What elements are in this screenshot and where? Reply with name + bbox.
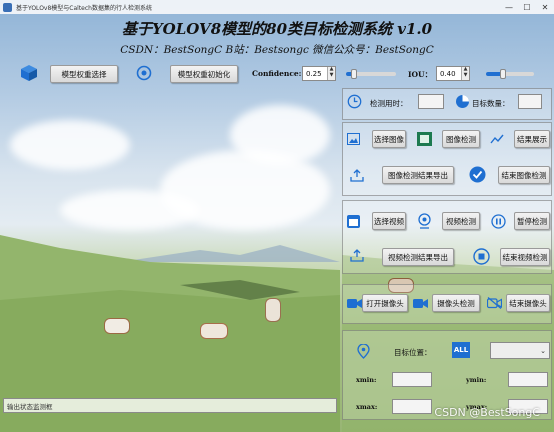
slider-handle[interactable] [500,69,506,79]
iou-value: 0.40 [440,69,456,78]
pause-detect-button[interactable]: 暂停检测 [514,212,550,230]
line-chart-icon [490,132,504,146]
close-button[interactable]: ✕ [536,0,554,14]
watermark: CSDN @BestSongC [434,406,540,419]
cube-icon [18,63,40,83]
chevron-down-icon: ⌄ [540,347,546,355]
video-camera-icon [346,296,362,310]
ymin-field [508,372,548,387]
image-detect-icon [416,131,432,147]
export-image-result-button[interactable]: 图像检测结果导出 [382,166,454,184]
camera-detect-button[interactable]: 摄像头检测 [432,294,480,312]
check-circle-icon [468,165,486,183]
confidence-label: Confidence: [252,69,302,78]
window-title: 基于YOLOv8模型与Caltech数据集的行人检测系统 [16,4,152,12]
cow-image [265,298,281,322]
upload-icon [350,248,364,262]
select-video-button[interactable]: 选择视频 [372,212,406,230]
detect-video-button[interactable]: 视频检测 [442,212,480,230]
app-title: 基于YOLOV8模型的80类目标检测系统 v1.0 [121,20,433,38]
cow-image [104,318,130,334]
confidence-slider[interactable] [346,69,396,79]
init-weights-button[interactable]: 模型权重初始化 [170,65,238,83]
maximize-button[interactable]: ☐ [518,0,536,14]
show-result-button[interactable]: 结果展示 [514,130,550,148]
target-count-label: 目标数量： [472,99,510,108]
pie-chart-icon [454,93,470,109]
xmax-field [392,399,432,414]
xmin-field [392,372,432,387]
minimize-button[interactable]: — [500,0,518,14]
ymin-label: ymin: [466,376,487,384]
stop-image-detect-button[interactable]: 结束图像检测 [498,166,550,184]
camera-detect-icon [412,296,428,310]
stop-video-detect-button[interactable]: 结束视频检测 [500,248,550,266]
window-titlebar: 基于YOLOv8模型与Caltech数据集的行人检测系统 [0,0,554,14]
upload-icon [350,168,364,182]
app-subtitle: CSDN：BestSongC B站：Bestsongc 微信公众号：BestSo… [120,44,434,56]
cow-image [200,323,228,339]
clock-icon [346,93,362,109]
iou-spinbox[interactable]: 0.40 ▲ ▼ [436,66,470,81]
gear-icon [134,63,154,83]
video-file-icon [346,214,360,228]
select-weights-button[interactable]: 模型权重选择 [50,65,118,83]
slider-handle[interactable] [351,69,357,79]
target-select-dropdown[interactable]: ⌄ [490,342,550,359]
iou-slider[interactable] [486,69,534,79]
all-badge-icon: ALL [452,342,470,358]
status-monitor-box: 输出状态监测框 [3,398,337,413]
open-camera-button[interactable]: 打开摄像头 [362,294,408,312]
image-icon [346,132,360,146]
spin-arrows-icon[interactable]: ▲ ▼ [327,66,335,80]
xmin-label: xmin: [356,376,377,384]
target-count-field [518,94,542,109]
pause-icon [490,213,506,229]
iou-label: IOU： [408,70,433,79]
app-icon [3,2,12,12]
confidence-spinbox[interactable]: 0.25 ▲ ▼ [302,66,336,81]
detect-image-button[interactable]: 图像检测 [442,130,480,148]
export-video-result-button[interactable]: 视频检测结果导出 [382,248,454,266]
target-position-label: 目标位置： [394,348,432,357]
camera-off-icon [486,296,502,310]
xmax-label: xmax: [356,403,378,411]
stop-circle-icon [472,247,490,265]
confidence-value: 0.25 [306,69,322,78]
detection-time-label: 检测用时： [370,99,408,108]
webcam-icon [416,212,432,229]
stop-camera-button[interactable]: 结束摄像头 [506,294,550,312]
location-pin-icon [356,343,370,359]
spin-arrows-icon[interactable]: ▲ ▼ [461,66,469,80]
select-image-button[interactable]: 选择图像 [372,130,406,148]
detection-time-field [418,94,444,109]
